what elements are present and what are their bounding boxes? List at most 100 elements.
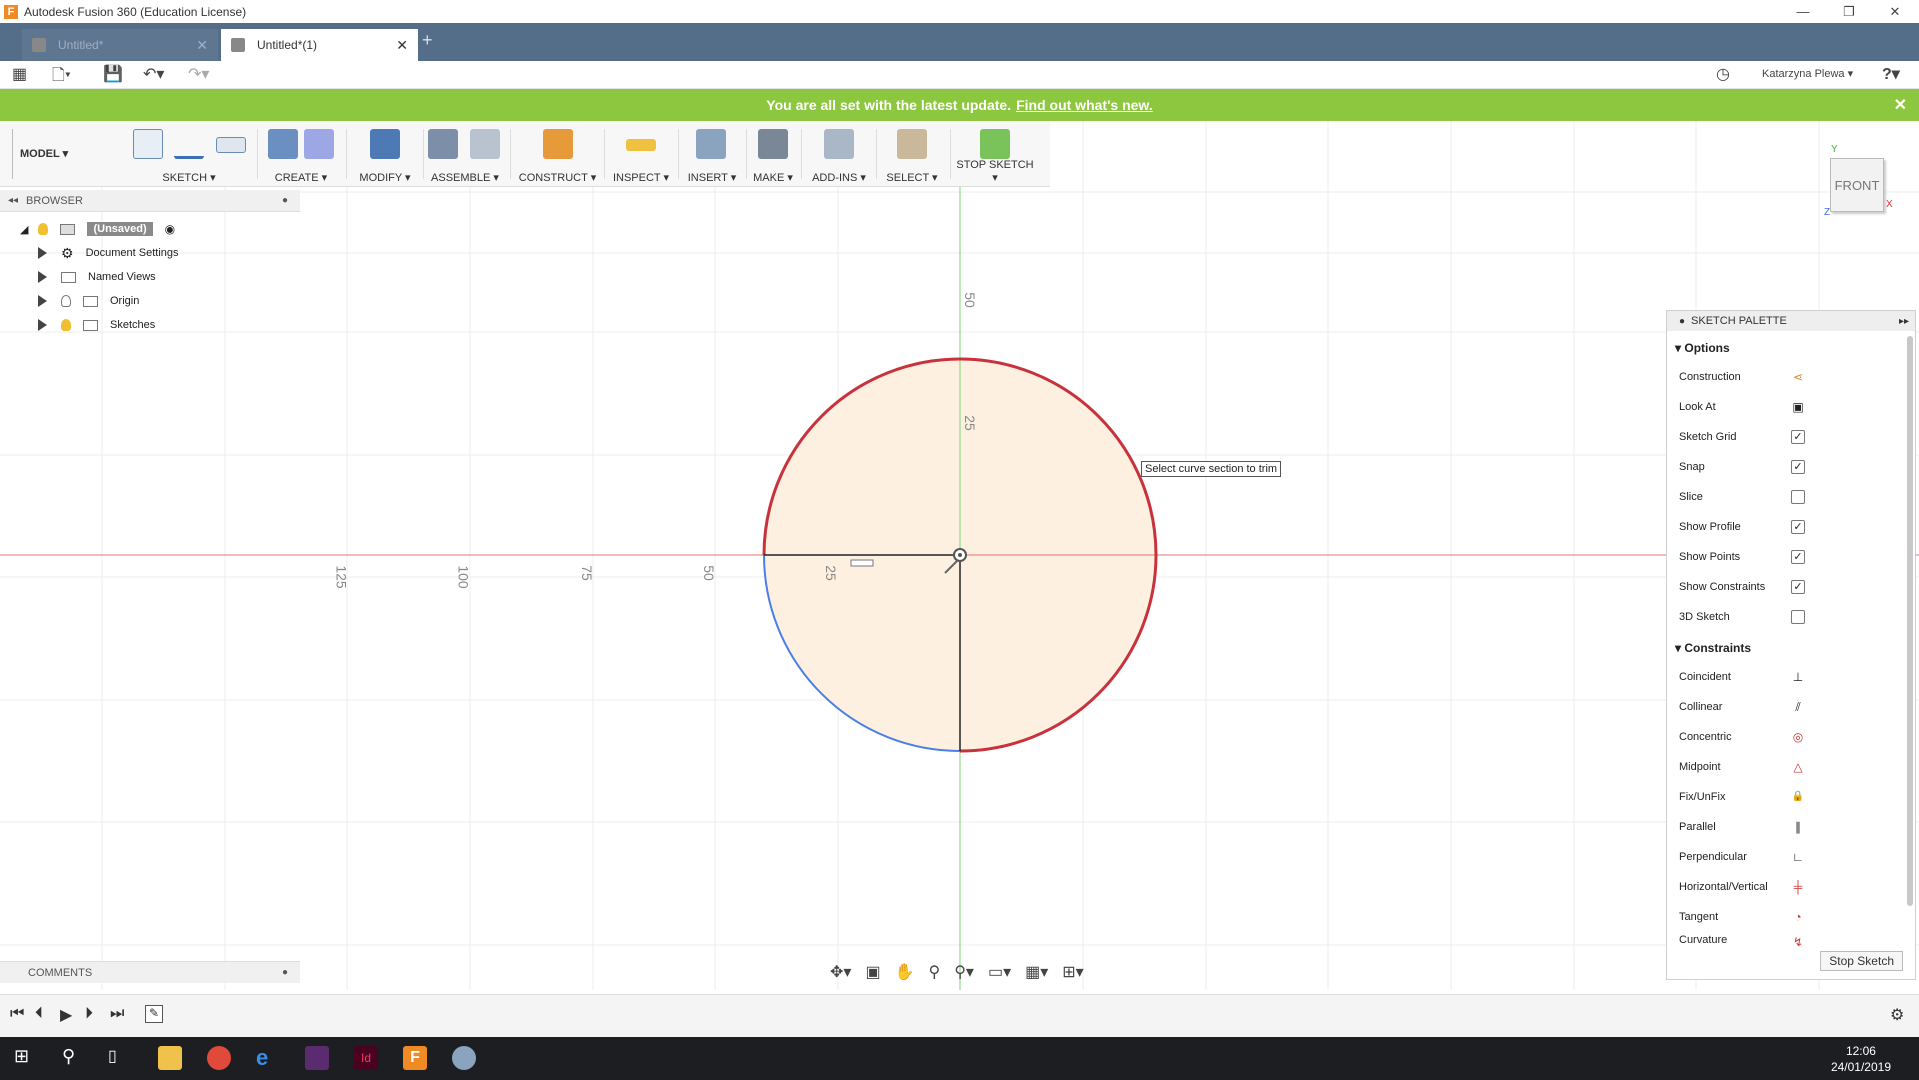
look-at-icon[interactable]: ▣ <box>1791 400 1805 414</box>
sketch-palette-header[interactable]: ● SKETCH PALETTE ▸▸ <box>1667 311 1915 331</box>
visibility-bulb-icon[interactable] <box>61 295 71 307</box>
search-icon[interactable]: ⚲ <box>62 1046 86 1070</box>
construction-icon[interactable]: ⋖ <box>1791 370 1805 384</box>
save-icon[interactable]: 💾 <box>103 64 123 84</box>
insert-image-icon[interactable] <box>696 129 726 159</box>
timeline-previous-icon[interactable]: ⏴ <box>35 1005 43 1023</box>
restore-button[interactable]: ❐ <box>1826 0 1872 23</box>
modeling-canvas[interactable]: 125 100 75 50 25 50 25 <box>0 121 1919 990</box>
fit-icon[interactable]: ⚲▾ <box>954 962 974 986</box>
expand-arrow-icon[interactable] <box>38 319 47 331</box>
workspace-switcher[interactable]: MODEL ▾ <box>20 147 68 160</box>
stop-sketch-button[interactable]: Stop Sketch <box>1820 951 1903 971</box>
collinear-icon[interactable]: ⫽ <box>1791 700 1805 714</box>
insert-menu[interactable]: INSERT ▾ <box>682 121 742 187</box>
finish-sketch-icon[interactable] <box>980 129 1010 159</box>
horizontal-vertical-icon[interactable]: ╪ <box>1791 880 1805 894</box>
constraint-collinear[interactable]: Collinear ⫽ <box>1679 696 1894 718</box>
option-construction[interactable]: Construction ⋖ <box>1679 366 1894 388</box>
chrome-icon[interactable] <box>207 1046 231 1070</box>
form-icon[interactable] <box>304 129 334 159</box>
extrude-icon[interactable] <box>268 129 298 159</box>
curvature-icon[interactable]: ↯ <box>1791 935 1805 949</box>
make-menu[interactable]: MAKE ▾ <box>750 121 796 187</box>
browser-item-sketches[interactable]: Sketches <box>38 314 155 336</box>
browser-item-document-settings[interactable]: ⚙ Document Settings <box>38 242 179 264</box>
snap-checkbox[interactable] <box>1791 460 1805 474</box>
option-3d-sketch[interactable]: 3D Sketch <box>1679 606 1894 628</box>
rectangle-tool-icon[interactable] <box>216 137 246 153</box>
minimize-button[interactable]: — <box>1780 0 1826 23</box>
browser-panel-header[interactable]: ◂◂ BROWSER ● <box>0 190 300 212</box>
option-look-at[interactable]: Look At ▣ <box>1679 396 1894 418</box>
redo-icon[interactable]: ↷▾ <box>188 64 209 84</box>
task-view-icon[interactable]: ▯ <box>108 1046 132 1070</box>
new-tab-icon[interactable]: + <box>422 30 433 51</box>
tab-untitled-1[interactable]: Untitled*(1) ✕ <box>221 29 418 61</box>
stop-sketch-menu[interactable]: STOP SKETCH ▾ <box>954 121 1036 187</box>
option-show-constraints[interactable]: Show Constraints <box>1679 576 1894 598</box>
slice-checkbox[interactable] <box>1791 490 1805 504</box>
offset-plane-icon[interactable] <box>543 129 573 159</box>
sketch-feature-icon[interactable]: ✎ <box>145 1005 163 1023</box>
edge-icon[interactable]: e <box>256 1046 280 1070</box>
constraint-tangent[interactable]: Tangent ◔ <box>1679 906 1894 928</box>
browser-root-node[interactable]: ◢ (Unsaved) ◉ <box>20 218 175 240</box>
constraint-fix-unfix[interactable]: Fix/UnFix 🔒 <box>1679 786 1894 808</box>
app-icon[interactable] <box>452 1046 476 1070</box>
timeline-play-icon[interactable]: ▶ <box>60 1005 72 1025</box>
sketch-canvas-svg[interactable] <box>0 121 1919 990</box>
create-menu[interactable]: CREATE ▾ <box>262 121 340 187</box>
close-window-button[interactable]: ✕ <box>1872 0 1918 23</box>
show-constraints-checkbox[interactable] <box>1791 580 1805 594</box>
visibility-bulb-icon[interactable] <box>61 319 71 331</box>
grid-settings-icon[interactable]: ▦▾ <box>1025 962 1048 986</box>
close-banner-icon[interactable]: ✕ <box>1894 95 1907 115</box>
constraint-coincident[interactable]: Coincident ⊥ <box>1679 666 1894 688</box>
select-menu[interactable]: SELECT ▾ <box>880 121 944 187</box>
constraint-horizontal-vertical[interactable]: Horizontal/Vertical ╪ <box>1679 876 1894 898</box>
user-account-menu[interactable]: Katarzyna Plewa ▾ <box>1762 67 1853 80</box>
timeline-settings-gear-icon[interactable]: ⚙ <box>1890 1005 1904 1025</box>
option-slice[interactable]: Slice <box>1679 486 1894 508</box>
slack-icon[interactable] <box>305 1046 329 1070</box>
midpoint-icon[interactable]: △ <box>1791 760 1805 774</box>
zoom-icon[interactable]: ⚲ <box>928 962 940 986</box>
browser-item-named-views[interactable]: Named Views <box>38 266 156 288</box>
add-ins-menu[interactable]: ADD-INS ▾ <box>806 121 872 187</box>
modify-menu[interactable]: MODIFY ▾ <box>352 121 418 187</box>
option-show-profile[interactable]: Show Profile <box>1679 516 1894 538</box>
3d-print-icon[interactable] <box>758 129 788 159</box>
sketch-menu[interactable]: SKETCH ▾ <box>128 121 250 187</box>
show-profile-checkbox[interactable] <box>1791 520 1805 534</box>
perpendicular-icon[interactable]: ∟ <box>1791 850 1805 864</box>
option-show-points[interactable]: Show Points <box>1679 546 1894 568</box>
windows-start-icon[interactable]: ⊞ <box>14 1046 38 1070</box>
browser-item-origin[interactable]: Origin <box>38 290 139 312</box>
activate-radio-icon[interactable]: ◉ <box>165 222 175 236</box>
help-icon[interactable]: ?▾ <box>1882 64 1900 84</box>
constraint-parallel[interactable]: Parallel ∥ <box>1679 816 1894 838</box>
palette-scrollbar[interactable] <box>1907 336 1913 906</box>
palette-pin-icon[interactable]: ● <box>1679 316 1685 327</box>
create-sketch-icon[interactable] <box>133 129 163 159</box>
tab-untitled[interactable]: Untitled* ✕ <box>22 29 218 61</box>
construct-menu[interactable]: CONSTRUCT ▾ <box>515 121 600 187</box>
sketch-grid-checkbox[interactable] <box>1791 430 1805 444</box>
expand-arrow-icon[interactable] <box>38 247 47 259</box>
horizontal-constraint-glyph[interactable] <box>850 559 874 567</box>
inspect-menu[interactable]: INSPECT ▾ <box>609 121 673 187</box>
new-component-icon[interactable] <box>428 129 458 159</box>
browser-pin-icon[interactable]: ● <box>282 195 288 206</box>
undo-icon[interactable]: ↶▾ <box>143 64 164 84</box>
timeline-end-icon[interactable]: ⏭ <box>110 1005 124 1023</box>
taskbar-clock[interactable]: 12:06 24/01/2019 <box>1831 1043 1891 1075</box>
constraint-concentric[interactable]: Concentric ◎ <box>1679 726 1894 748</box>
viewcube[interactable]: FRONT <box>1830 158 1884 212</box>
file-explorer-icon[interactable] <box>158 1046 182 1070</box>
collapse-browser-icon[interactable]: ◂◂ <box>8 195 18 206</box>
timeline-next-icon[interactable]: ⏵ <box>85 1005 93 1023</box>
constraint-midpoint[interactable]: Midpoint △ <box>1679 756 1894 778</box>
expand-arrow-icon[interactable] <box>38 271 47 283</box>
visibility-bulb-icon[interactable] <box>38 223 49 235</box>
